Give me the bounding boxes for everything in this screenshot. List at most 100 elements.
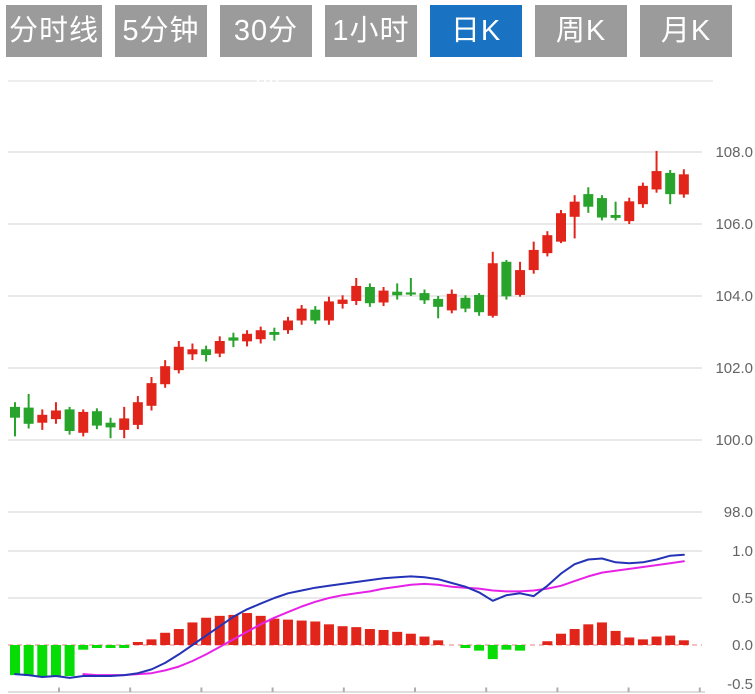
- candle-body: [597, 198, 607, 217]
- candle-body: [365, 287, 375, 303]
- candle-body: [24, 408, 34, 424]
- macd-bar-negative: [24, 645, 34, 676]
- macd-bar-positive: [556, 634, 566, 645]
- macd-bar-positive: [324, 624, 334, 645]
- macd-bar-positive: [624, 637, 634, 645]
- candle-body: [460, 298, 470, 309]
- macd-bar-negative: [460, 645, 470, 648]
- macd-bar-positive: [652, 637, 662, 645]
- candle-body: [133, 402, 143, 425]
- macd-bar-positive: [597, 622, 607, 645]
- macd-bar-negative: [37, 645, 47, 677]
- macd-bar-negative: [488, 645, 498, 659]
- macd-bar-negative: [78, 645, 88, 650]
- candle-body: [583, 194, 593, 207]
- tab-分时线[interactable]: 分时线: [6, 5, 102, 57]
- price-axis-label: 106.0: [715, 216, 753, 233]
- candle-body: [611, 215, 621, 218]
- dif-line: [15, 555, 684, 678]
- macd-bar-positive: [160, 633, 170, 645]
- tab-30分钟[interactable]: 30分钟: [220, 5, 312, 57]
- macd-bar-negative: [65, 645, 75, 676]
- candle-body: [515, 270, 525, 295]
- tab-日K[interactable]: 日K: [430, 5, 522, 57]
- candle-body: [256, 330, 266, 339]
- candle-body: [119, 418, 129, 430]
- tab-月K[interactable]: 月K: [640, 5, 732, 57]
- macd-bar-positive: [310, 622, 320, 646]
- macd-axis-label: 1.0: [732, 543, 753, 560]
- candle-body: [37, 415, 47, 423]
- candle-body: [638, 186, 648, 204]
- candle-body: [420, 293, 430, 300]
- candle-body: [652, 171, 662, 189]
- macd-bar-negative: [106, 645, 116, 648]
- price-axis-label: 104.0: [715, 288, 753, 305]
- kline-chart[interactable]: 108.0106.0104.0102.0100.098.01.00.50.0-0…: [0, 0, 755, 694]
- candle-body: [78, 412, 88, 433]
- macd-bar-positive: [365, 629, 375, 645]
- price-axis-label: 108.0: [715, 144, 753, 161]
- candle-body: [228, 337, 238, 340]
- candle-body: [529, 250, 539, 270]
- candle-body: [160, 366, 170, 384]
- macd-bar-positive: [351, 627, 361, 645]
- macd-bar-negative: [515, 645, 525, 651]
- price-axis-label: 100.0: [715, 432, 753, 449]
- candle-body: [65, 409, 75, 431]
- macd-bar-negative: [501, 645, 511, 650]
- macd-bar-positive: [215, 616, 225, 645]
- macd-bar-positive: [297, 621, 307, 645]
- candle-body: [106, 423, 116, 428]
- macd-bar-positive: [433, 640, 443, 645]
- macd-bar-positive: [420, 637, 430, 645]
- macd-bar-positive: [583, 624, 593, 645]
- macd-bar-positive: [133, 642, 143, 645]
- macd-bar-positive: [338, 626, 348, 645]
- macd-axis-label: -0.5: [727, 676, 753, 693]
- macd-bar-positive: [283, 620, 293, 645]
- candle-body: [379, 291, 389, 303]
- price-axis-label: 102.0: [715, 360, 753, 377]
- candle-body: [474, 295, 484, 312]
- candle-body: [570, 202, 580, 217]
- candle-body: [187, 349, 197, 354]
- candle-body: [51, 410, 61, 419]
- candle-body: [351, 286, 361, 301]
- candle-body: [392, 292, 402, 296]
- candle-body: [406, 292, 416, 294]
- candle-body: [269, 332, 279, 335]
- tab-周K[interactable]: 周K: [535, 5, 627, 57]
- tab-1小时[interactable]: 1小时: [325, 5, 417, 57]
- candle-body: [624, 201, 634, 221]
- macd-bar-positive: [147, 639, 157, 645]
- candle-body: [201, 349, 211, 355]
- candle-body: [679, 174, 689, 194]
- macd-bar-positive: [542, 641, 552, 645]
- tab-5分钟[interactable]: 5分钟: [115, 5, 207, 57]
- macd-bar-negative: [92, 645, 102, 648]
- candle-body: [447, 294, 457, 311]
- macd-bar-positive: [379, 630, 389, 645]
- candle-body: [297, 309, 307, 321]
- candle-body: [283, 320, 293, 330]
- macd-bar-positive: [638, 639, 648, 645]
- candle-body: [215, 341, 225, 354]
- candle-body: [488, 263, 498, 316]
- candle-body: [147, 383, 157, 406]
- candle-body: [174, 347, 184, 370]
- macd-bar-positive: [679, 640, 689, 645]
- macd-bar-positive: [406, 634, 416, 645]
- macd-bar-positive: [174, 629, 184, 645]
- macd-bar-positive: [611, 631, 621, 645]
- macd-bar-negative: [10, 645, 20, 675]
- candle-body: [242, 334, 252, 342]
- candle-body: [324, 301, 334, 320]
- candle-body: [310, 310, 320, 321]
- candle-body: [10, 407, 20, 418]
- candle-body: [92, 411, 102, 425]
- timeframe-tabs: 分时线5分钟30分钟1小时日K周K月K: [6, 5, 732, 57]
- macd-bar-positive: [665, 636, 675, 645]
- candle-body: [556, 213, 566, 241]
- candle-body: [665, 173, 675, 194]
